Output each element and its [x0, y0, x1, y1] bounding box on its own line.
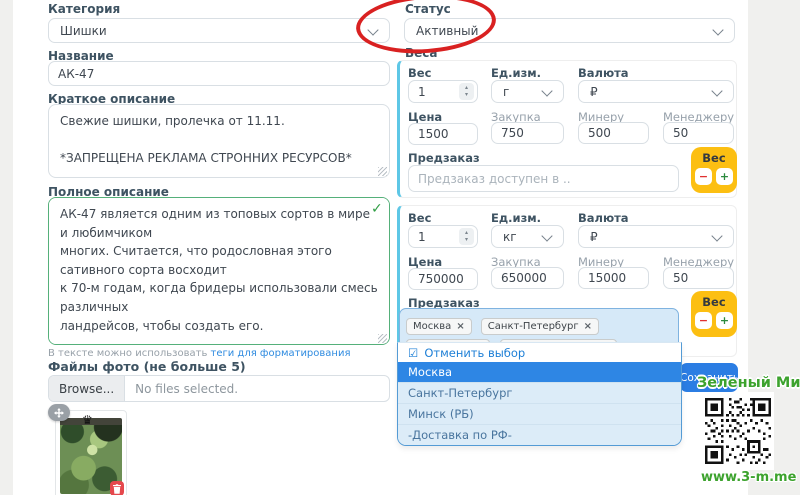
- unit-value: г: [503, 85, 509, 99]
- spin-down-icon[interactable]: ▾: [465, 92, 468, 98]
- status-select[interactable]: Активный: [404, 18, 735, 43]
- qr-code-image: [705, 398, 771, 464]
- category-value: Шишки: [60, 24, 107, 38]
- weight-label: Вес: [408, 211, 431, 225]
- photo-thumbnail[interactable]: ♛: [55, 410, 127, 495]
- preorder-label: Предзаказ: [408, 151, 480, 165]
- price-input[interactable]: [408, 268, 478, 290]
- add-weight-button[interactable]: +: [716, 168, 733, 185]
- add-weight-button[interactable]: +: [716, 312, 733, 329]
- purchase-input[interactable]: [491, 267, 564, 289]
- unit-label: Ед.изм.: [491, 211, 541, 225]
- price-label: Цена: [408, 110, 442, 124]
- formatting-tags-link[interactable]: теги для форматирования: [211, 348, 351, 359]
- hint-text: В тексте можно использовать: [48, 348, 211, 359]
- price-input[interactable]: [408, 123, 478, 145]
- unit-select[interactable]: кг: [491, 225, 564, 248]
- watermark-url: www.3-m.me: [701, 470, 796, 485]
- photo-files-label: Файлы фото (не больше 5): [48, 359, 246, 374]
- dropdown-option-delivery-rf[interactable]: -Доставка по РФ-: [398, 424, 681, 445]
- currency-label: Валюта: [578, 66, 629, 80]
- dropdown-cancel-selection[interactable]: ☑ Отменить выбор: [398, 343, 681, 362]
- preorder-dropdown: ☑ Отменить выбор Москва Санкт-Петербург …: [397, 342, 682, 446]
- no-files-text: No files selected.: [125, 382, 248, 396]
- status-label: Статус: [405, 2, 451, 16]
- preorder-tag[interactable]: Санкт-Петербург ×: [481, 318, 599, 335]
- miner-input[interactable]: [578, 122, 649, 144]
- checkbox-icon: ☑: [408, 346, 418, 360]
- name-input[interactable]: [48, 61, 390, 86]
- weight-stepper[interactable]: ▴▾: [408, 225, 478, 248]
- preorder-tag[interactable]: Москва ×: [406, 318, 472, 335]
- status-value: Активный: [416, 24, 478, 38]
- currency-select[interactable]: ₽: [578, 80, 734, 103]
- chevron-down-icon: [712, 24, 723, 35]
- purchase-input[interactable]: [491, 122, 564, 144]
- remove-tag-icon[interactable]: ×: [456, 321, 464, 332]
- cancel-selection-label: Отменить выбор: [424, 346, 525, 360]
- dropdown-option-spb[interactable]: Санкт-Петербург: [398, 382, 681, 403]
- main-photo-crown-icon: ♛: [82, 413, 93, 427]
- formatting-hint: В тексте можно использовать теги для фор…: [48, 348, 350, 359]
- currency-value: ₽: [590, 230, 598, 244]
- drag-handle[interactable]: [48, 404, 70, 421]
- preorder-input[interactable]: [408, 165, 679, 192]
- chevron-down-icon: [711, 230, 722, 241]
- weight-actions-box: Вес − +: [691, 147, 737, 193]
- currency-value: ₽: [590, 85, 598, 99]
- unit-value: кг: [503, 230, 517, 244]
- full-desc-textarea[interactable]: АК-47 является одним из топовых сортов в…: [48, 197, 390, 345]
- weight-box-label: Вес: [691, 295, 737, 309]
- tag-label: Санкт-Петербург: [488, 321, 579, 332]
- watermark-title: Зеленый Мир: [697, 375, 800, 391]
- file-input[interactable]: Browse... No files selected.: [48, 375, 390, 402]
- qr-code: [702, 392, 774, 470]
- move-icon: [54, 408, 64, 418]
- manager-input[interactable]: [663, 267, 734, 289]
- chevron-down-icon: [541, 230, 552, 241]
- short-desc-textarea[interactable]: Свежие шишки, пролечка от 11.11. *ЗАПРЕЩ…: [48, 104, 390, 178]
- category-label: Категория: [48, 2, 120, 16]
- manager-input[interactable]: [663, 122, 734, 144]
- chevron-down-icon: [541, 85, 552, 96]
- miner-input[interactable]: [578, 267, 649, 289]
- currency-select[interactable]: ₽: [578, 225, 734, 248]
- remove-tag-icon[interactable]: ×: [584, 321, 592, 332]
- delete-photo-button[interactable]: [110, 481, 124, 495]
- remove-weight-button[interactable]: −: [695, 168, 712, 185]
- trash-icon: [113, 484, 121, 494]
- category-select[interactable]: Шишки: [48, 18, 390, 43]
- spin-down-icon[interactable]: ▾: [465, 237, 468, 243]
- product-edit-page: Категория Шишки Название Краткое описани…: [0, 0, 800, 495]
- chevron-down-icon: [367, 24, 378, 35]
- weight-stepper[interactable]: ▴▾: [408, 80, 478, 103]
- price-label: Цена: [408, 255, 442, 269]
- chevron-down-icon: [711, 85, 722, 96]
- tag-label: Москва: [413, 321, 451, 332]
- dropdown-option-moscow[interactable]: Москва: [398, 362, 681, 382]
- weight-box-label: Вес: [691, 151, 737, 165]
- unit-select[interactable]: г: [491, 80, 564, 103]
- unit-label: Ед.изм.: [491, 66, 541, 80]
- weight-label: Вес: [408, 66, 431, 80]
- remove-weight-button[interactable]: −: [695, 312, 712, 329]
- currency-label: Валюта: [578, 211, 629, 225]
- browse-button[interactable]: Browse...: [49, 376, 125, 401]
- spinner-icon[interactable]: ▴▾: [459, 228, 474, 245]
- valid-check-icon: ✓: [371, 201, 383, 217]
- dropdown-option-minsk[interactable]: Минск (РБ): [398, 403, 681, 424]
- weights-title: Веса: [405, 46, 438, 60]
- weight-actions-box: Вес − +: [691, 291, 737, 337]
- spinner-icon[interactable]: ▴▾: [459, 83, 474, 100]
